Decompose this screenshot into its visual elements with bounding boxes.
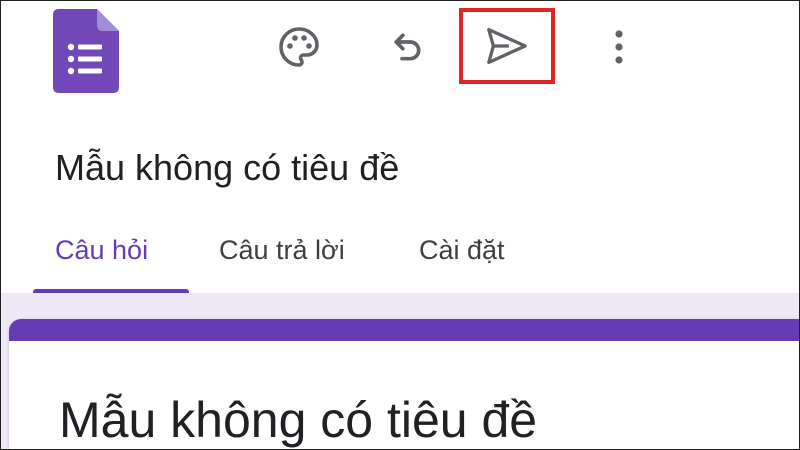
tab-questions[interactable]: Câu hỏi	[55, 235, 148, 266]
palette-icon	[279, 27, 319, 67]
card-accent-stripe	[9, 319, 799, 341]
form-title-input[interactable]: Mẫu không có tiêu đề	[59, 391, 537, 449]
app-window: Mẫu không có tiêu đề Câu hỏi Câu trả lời…	[0, 0, 800, 450]
form-title-header: Mẫu không có tiêu đề	[55, 147, 400, 188]
tab-settings[interactable]: Cài đặt	[419, 235, 505, 266]
undo-button[interactable]	[381, 19, 433, 75]
customize-theme-button[interactable]	[271, 19, 327, 75]
more-vert-icon	[615, 30, 623, 64]
top-toolbar	[1, 1, 799, 121]
send-icon	[487, 28, 527, 64]
tab-responses[interactable]: Câu trả lời	[219, 235, 345, 266]
undo-icon	[394, 33, 421, 61]
tab-bar: Câu hỏi Câu trả lời Cài đặt	[1, 217, 799, 294]
form-header-card[interactable]: Mẫu không có tiêu đề	[9, 319, 799, 449]
google-forms-icon	[53, 9, 119, 93]
more-options-button[interactable]	[597, 19, 641, 75]
send-button[interactable]	[459, 8, 555, 84]
